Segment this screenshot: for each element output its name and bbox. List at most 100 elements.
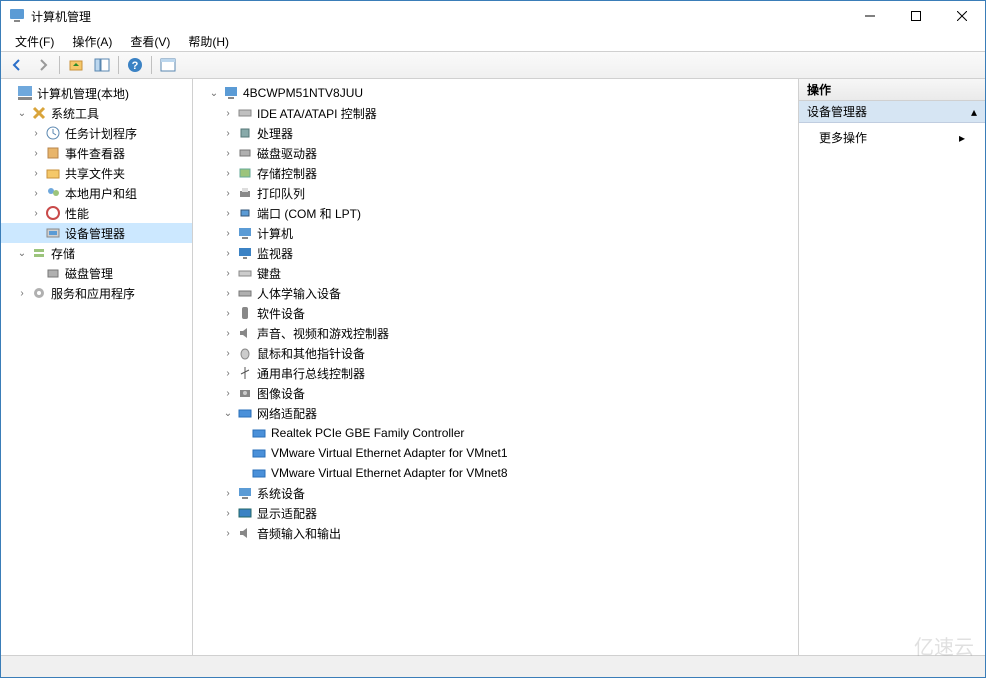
chevron-right-icon[interactable]: ›	[221, 126, 235, 140]
close-button[interactable]	[939, 1, 985, 31]
chevron-right-icon[interactable]: ›	[221, 346, 235, 360]
toolbar-separator	[151, 56, 152, 74]
device-system[interactable]: ›系统设备	[193, 483, 798, 503]
actions-header: 操作	[799, 79, 985, 101]
device-display[interactable]: ›显示适配器	[193, 503, 798, 523]
device-keyboard[interactable]: ›键盘	[193, 263, 798, 283]
chevron-down-icon[interactable]: ⌄	[221, 406, 235, 420]
device-net-vmnet1[interactable]: VMware Virtual Ethernet Adapter for VMne…	[193, 443, 798, 463]
menu-action[interactable]: 操作(A)	[64, 31, 120, 52]
forward-button[interactable]	[31, 54, 55, 76]
chevron-right-icon[interactable]: ›	[221, 206, 235, 220]
actions-section[interactable]: 设备管理器 ▴	[799, 101, 985, 123]
printer-icon	[237, 185, 253, 201]
chevron-right-icon[interactable]: ›	[221, 506, 235, 520]
chevron-right-icon[interactable]: ›	[221, 186, 235, 200]
computer-management-icon	[17, 85, 33, 101]
device-cpu[interactable]: ›处理器	[193, 123, 798, 143]
chevron-right-icon[interactable]: ›	[221, 366, 235, 380]
device-manager-icon	[45, 225, 61, 241]
chevron-right-icon[interactable]: ›	[29, 186, 43, 200]
chevron-down-icon[interactable]: ⌄	[15, 246, 29, 260]
chevron-right-icon[interactable]: ›	[29, 166, 43, 180]
view-button[interactable]	[156, 54, 180, 76]
device-print-queue[interactable]: ›打印队列	[193, 183, 798, 203]
device-ide[interactable]: ›IDE ATA/ATAPI 控制器	[193, 103, 798, 123]
chevron-right-icon[interactable]: ›	[221, 386, 235, 400]
tree-services-apps[interactable]: › 服务和应用程序	[1, 283, 192, 303]
collapse-icon: ▴	[971, 105, 977, 119]
chevron-down-icon[interactable]	[1, 86, 15, 100]
chevron-right-icon[interactable]: ›	[29, 126, 43, 140]
help-button[interactable]: ?	[123, 54, 147, 76]
device-root[interactable]: ⌄ 4BCWPM51NTV8JUU	[193, 83, 798, 103]
main-area: 计算机管理(本地) ⌄ 系统工具 › 任务计划程序 › 事件查看器	[1, 79, 985, 655]
storage-controller-icon	[237, 165, 253, 181]
device-tree-pane[interactable]: ⌄ 4BCWPM51NTV8JUU ›IDE ATA/ATAPI 控制器 ›处理…	[193, 79, 799, 655]
chevron-right-icon[interactable]: ›	[221, 486, 235, 500]
display-adapter-icon	[237, 505, 253, 521]
device-computer[interactable]: ›计算机	[193, 223, 798, 243]
chevron-right-icon[interactable]: ›	[29, 206, 43, 220]
device-usb[interactable]: ›通用串行总线控制器	[193, 363, 798, 383]
chevron-right-icon[interactable]: ›	[221, 146, 235, 160]
services-icon	[31, 285, 47, 301]
tree-system-tools[interactable]: ⌄ 系统工具	[1, 103, 192, 123]
chevron-right-icon[interactable]: ›	[221, 526, 235, 540]
chevron-right-icon[interactable]: ›	[221, 226, 235, 240]
chevron-right-icon[interactable]: ›	[221, 166, 235, 180]
left-tree-pane[interactable]: 计算机管理(本地) ⌄ 系统工具 › 任务计划程序 › 事件查看器	[1, 79, 193, 655]
more-actions[interactable]: 更多操作 ▸	[799, 123, 985, 152]
chevron-right-icon[interactable]: ›	[221, 106, 235, 120]
up-button[interactable]	[64, 54, 88, 76]
software-icon	[237, 305, 253, 321]
maximize-button[interactable]	[893, 1, 939, 31]
tree-shared-folders[interactable]: › 共享文件夹	[1, 163, 192, 183]
device-tree: ⌄ 4BCWPM51NTV8JUU ›IDE ATA/ATAPI 控制器 ›处理…	[193, 83, 798, 543]
app-icon	[9, 8, 25, 24]
tree-task-scheduler[interactable]: › 任务计划程序	[1, 123, 192, 143]
storage-icon	[31, 245, 47, 261]
tree-performance[interactable]: › 性能	[1, 203, 192, 223]
device-storage-ctrl[interactable]: ›存储控制器	[193, 163, 798, 183]
tree-local-users[interactable]: › 本地用户和组	[1, 183, 192, 203]
chevron-right-icon[interactable]: ›	[29, 146, 43, 160]
device-monitor[interactable]: ›监视器	[193, 243, 798, 263]
device-net-vmnet8[interactable]: VMware Virtual Ethernet Adapter for VMne…	[193, 463, 798, 483]
chevron-right-icon[interactable]: ›	[221, 306, 235, 320]
chevron-right-icon[interactable]: ›	[15, 286, 29, 300]
tree-disk-management[interactable]: 磁盘管理	[1, 263, 192, 283]
menu-file[interactable]: 文件(F)	[7, 31, 62, 52]
device-ports[interactable]: ›端口 (COM 和 LPT)	[193, 203, 798, 223]
tools-icon	[31, 105, 47, 121]
chevron-down-icon[interactable]: ⌄	[207, 86, 221, 100]
device-diskdrive[interactable]: ›磁盘驱动器	[193, 143, 798, 163]
device-sound[interactable]: ›声音、视频和游戏控制器	[193, 323, 798, 343]
chevron-right-icon[interactable]: ›	[221, 266, 235, 280]
keyboard-icon	[237, 265, 253, 281]
tree-storage[interactable]: ⌄ 存储	[1, 243, 192, 263]
chevron-right-icon[interactable]: ›	[221, 286, 235, 300]
chevron-right-icon[interactable]: ›	[221, 326, 235, 340]
device-net-realtek[interactable]: Realtek PCIe GBE Family Controller	[193, 423, 798, 443]
svg-text:?: ?	[132, 60, 139, 72]
device-imaging[interactable]: ›图像设备	[193, 383, 798, 403]
actions-pane: 操作 设备管理器 ▴ 更多操作 ▸	[799, 79, 985, 655]
tree-root[interactable]: 计算机管理(本地)	[1, 83, 192, 103]
device-audio-io[interactable]: ›音频输入和输出	[193, 523, 798, 543]
device-mouse[interactable]: ›鼠标和其他指针设备	[193, 343, 798, 363]
device-network[interactable]: ⌄网络适配器	[193, 403, 798, 423]
tree-device-manager[interactable]: 设备管理器	[1, 223, 192, 243]
device-hid[interactable]: ›人体学输入设备	[193, 283, 798, 303]
show-hide-tree-button[interactable]	[90, 54, 114, 76]
minimize-button[interactable]	[847, 1, 893, 31]
tree-event-viewer[interactable]: › 事件查看器	[1, 143, 192, 163]
chevron-right-icon[interactable]: ›	[221, 246, 235, 260]
network-card-icon	[251, 425, 267, 441]
device-software[interactable]: ›软件设备	[193, 303, 798, 323]
chevron-down-icon[interactable]: ⌄	[15, 106, 29, 120]
menu-help[interactable]: 帮助(H)	[180, 31, 237, 52]
back-button[interactable]	[5, 54, 29, 76]
cpu-icon	[237, 125, 253, 141]
menu-view[interactable]: 查看(V)	[122, 31, 178, 52]
